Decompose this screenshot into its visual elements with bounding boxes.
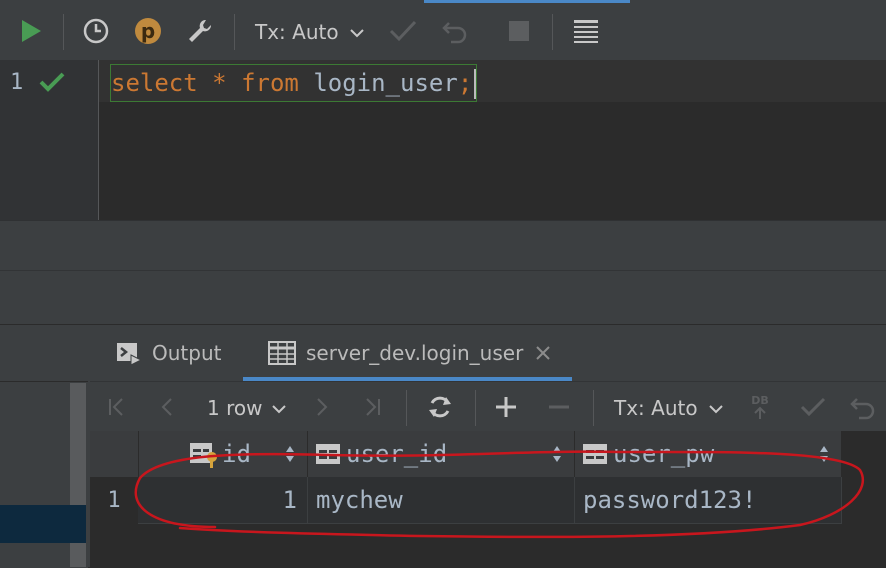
chevron-down-icon: [271, 396, 287, 420]
tx-mode-dropdown[interactable]: Tx: Auto: [255, 20, 365, 44]
next-page-icon[interactable]: [307, 392, 337, 422]
refresh-icon[interactable]: [425, 392, 455, 422]
history-icon[interactable]: [79, 14, 113, 48]
tab-login-user-label: server_dev.login_user: [306, 341, 524, 365]
delete-row-icon[interactable]: [544, 392, 574, 422]
column-user-pw-label: user_pw: [613, 440, 715, 468]
result-tx-mode-label: Tx: Auto: [614, 396, 698, 420]
db-label: DB: [751, 393, 769, 407]
column-header-id[interactable]: id: [138, 431, 308, 477]
console-icon: [116, 341, 142, 365]
submit-check-icon[interactable]: [798, 392, 828, 422]
toolbar-separator: [234, 14, 235, 50]
column-header-user-pw[interactable]: user_pw: [575, 431, 842, 477]
editor-gutter: 1: [0, 60, 99, 220]
tab-output-label: Output: [152, 341, 222, 365]
semicolon: ;: [457, 69, 473, 97]
keyword-select: select: [111, 69, 198, 97]
column-icon: [581, 441, 609, 467]
sql-editor[interactable]: 1 select * from login_user;: [0, 60, 886, 220]
line-number: 1: [10, 70, 24, 95]
tx-mode-label: Tx: Auto: [255, 20, 339, 44]
panel-divider-area: [0, 270, 886, 325]
toolbar-separator: [475, 390, 476, 426]
cell-id[interactable]: 1: [138, 477, 308, 523]
column-icon: [314, 441, 342, 467]
success-check-icon: [38, 70, 66, 98]
rollback-icon[interactable]: [438, 14, 472, 48]
row-number[interactable]: 1: [90, 477, 138, 523]
tab-login-user[interactable]: server_dev.login_user: [268, 325, 551, 381]
result-toolbar: 1 row Tx: Auto DB: [90, 381, 886, 432]
toolbar-separator: [406, 390, 407, 426]
main-toolbar: p Tx: Auto: [0, 0, 886, 60]
commit-check-icon[interactable]: [386, 14, 420, 48]
prev-page-icon[interactable]: [152, 392, 182, 422]
cell-user-pw[interactable]: password123!: [575, 477, 842, 523]
column-user-id-label: user_id: [346, 440, 448, 468]
db-submit-icon[interactable]: DB: [745, 392, 775, 422]
grid-header: id user_id user_pw: [90, 431, 842, 477]
select-star: *: [212, 69, 227, 97]
editor-bottom-panel: [0, 220, 886, 271]
column-id-label: id: [222, 440, 251, 468]
tab-output[interactable]: Output: [116, 325, 221, 381]
toolbar-separator: [593, 390, 594, 426]
first-page-icon[interactable]: [102, 392, 132, 422]
revert-icon[interactable]: [848, 392, 878, 422]
row-count-dropdown[interactable]: 1 row: [207, 396, 287, 420]
toolbar-separator: [552, 14, 553, 50]
row-count-label: 1 row: [207, 396, 263, 420]
toolbar-separator: [63, 14, 64, 50]
table-view-icon[interactable]: [569, 14, 603, 48]
table-name: login_user: [313, 69, 458, 97]
p-badge-icon[interactable]: p: [131, 14, 165, 48]
table-row[interactable]: 1 mychew password123!: [138, 477, 842, 524]
row-number-header: [90, 431, 139, 477]
run-icon[interactable]: [14, 14, 48, 48]
settings-wrench-icon[interactable]: [183, 14, 217, 48]
primary-key-column-icon: [188, 440, 220, 468]
sort-icon[interactable]: [285, 445, 295, 463]
sql-statement[interactable]: select * from login_user;: [110, 64, 478, 102]
chevron-down-icon: [349, 20, 365, 44]
result-tx-mode-dropdown[interactable]: Tx: Auto: [614, 396, 724, 420]
progress-indicator: [424, 0, 630, 3]
keyword-from: from: [241, 69, 299, 97]
cell-user-id[interactable]: mychew: [308, 477, 575, 523]
tree-selected-item[interactable]: [0, 505, 86, 543]
column-header-user-id[interactable]: user_id: [308, 431, 575, 477]
close-icon[interactable]: [535, 345, 551, 361]
chevron-down-icon: [708, 396, 724, 420]
table-icon: [268, 341, 296, 365]
sort-icon[interactable]: [819, 445, 829, 463]
services-panel: Output server_dev.login_user 1 row Tx: A…: [0, 324, 886, 568]
add-row-icon[interactable]: [491, 392, 521, 422]
last-page-icon[interactable]: [357, 392, 387, 422]
sort-icon[interactable]: [552, 445, 562, 463]
result-tabs: Output server_dev.login_user: [88, 325, 886, 381]
result-grid[interactable]: id user_id user_pw 1 1 mychew password12…: [90, 431, 886, 567]
stop-icon[interactable]: [502, 14, 536, 48]
badge-letter: p: [140, 19, 156, 43]
text-caret: [474, 69, 477, 99]
